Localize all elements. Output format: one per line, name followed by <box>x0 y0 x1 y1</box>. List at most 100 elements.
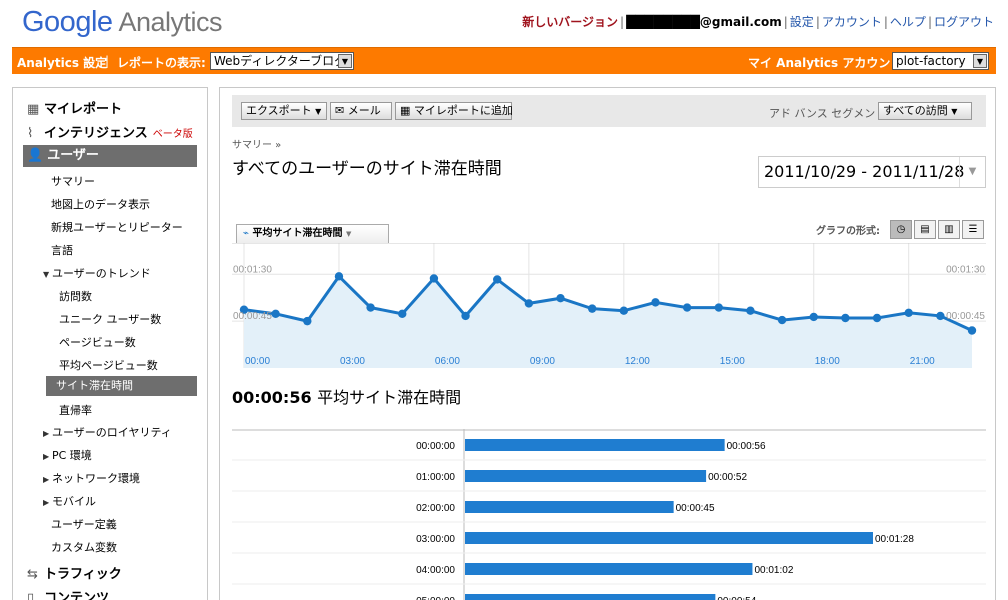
sidebar-item-time-on-site[interactable]: サイト滞在時間 <box>46 376 197 396</box>
sidebar-users-label: ユーザー <box>47 148 99 163</box>
sidebar-item-user-defined[interactable]: ユーザー定義 <box>51 516 117 532</box>
y-tick-label-right: 00:00:45 <box>946 311 985 322</box>
google-analytics-logo[interactable]: Google Analytics <box>22 6 223 39</box>
analytics-settings-link[interactable]: Analytics 設定 <box>17 54 107 71</box>
new-version-link[interactable]: 新しいバージョン <box>522 15 618 29</box>
sidebar-item-new-returning[interactable]: 新規ユーザーとリピーター <box>51 219 183 235</box>
bar <box>465 501 674 513</box>
logout-link[interactable]: ログアウト <box>934 15 994 29</box>
chart-point <box>777 315 787 325</box>
account-select-value: plot-factory <box>896 54 966 68</box>
sidebar-item-unique-users[interactable]: ユニーク ユーザー数 <box>59 311 161 327</box>
bar <box>465 563 753 575</box>
chart-point <box>556 294 565 303</box>
summary-value: 00:00:56 <box>232 388 312 407</box>
sidebar-item-language[interactable]: 言語 <box>51 242 73 258</box>
sidebar-content-label: コンテンツ <box>44 591 110 600</box>
sidebar-item-mobile[interactable]: ▶ モバイル <box>43 493 96 509</box>
account-select[interactable]: plot-factory ▼ <box>892 52 989 70</box>
grid-icon: ▦ <box>27 102 40 117</box>
bar-category-label: 03:00:00 <box>416 534 455 545</box>
sidebar-item-map[interactable]: 地図上のデータ表示 <box>51 196 150 212</box>
my-account-label: マイ Analytics アカウント: <box>748 56 908 70</box>
sidebar: ▦ マイレポート ⌇ インテリジェンス ベータ版 👤 ユーザー サマリー 地図上のデータ… <box>12 87 208 600</box>
document-icon: ▯ <box>27 591 35 600</box>
summary-heading: 00:00:56 平均サイト滞在時間 <box>232 384 461 408</box>
settings-link[interactable]: 設定 <box>790 15 814 29</box>
chart-point <box>872 313 882 323</box>
sidebar-item-network[interactable]: ▶ ネットワーク環境 <box>43 470 140 486</box>
triangle-down-icon: ▼ <box>43 270 50 279</box>
chart-point <box>746 306 755 315</box>
triangle-right-icon: ▶ <box>43 429 50 438</box>
add-myreport-button[interactable]: ▦ マイレポートに追加 <box>395 102 513 120</box>
sidebar-item-user-trends[interactable]: ▼ ユーザーのトレンド <box>43 265 151 281</box>
graph-format-clock-button[interactable]: ◷ <box>890 220 912 239</box>
date-range-value: 2011/10/29 - 2011/11/28 <box>764 162 965 181</box>
bar <box>465 594 716 600</box>
export-button[interactable]: エクスポート ▼ <box>241 102 327 120</box>
chart-point <box>809 312 818 322</box>
chart-point <box>587 304 597 313</box>
sidebar-item-custom-vars[interactable]: カスタム変数 <box>51 539 117 555</box>
sidebar-users[interactable]: 👤 ユーザー <box>23 145 197 167</box>
chart-point <box>651 298 660 307</box>
chart-point <box>904 308 913 317</box>
chart-point <box>334 272 344 281</box>
bar-value-label: 00:00:52 <box>708 472 747 483</box>
report-main: エクスポート ▼ ✉ メール ▦ マイレポートに追加 アド バンス セグメント:… <box>219 87 996 600</box>
sidebar-traffic[interactable]: ⇆ トラフィック <box>27 563 122 582</box>
top-header: Google Analytics 新しいバージョン | ████████@gmail.… <box>0 0 1008 46</box>
sidebar-intelligence[interactable]: ⌇ インテリジェンス ベータ版 <box>27 122 193 141</box>
graph-metric-label: 平均サイト滞在時間 <box>252 228 343 239</box>
grid-icon: ▦ <box>400 104 411 117</box>
graph-format-list-button[interactable]: ☰ <box>962 220 984 239</box>
sidebar-item-mobile-label: モバイル <box>52 495 96 508</box>
bar-category-label: 02:00:00 <box>416 503 455 514</box>
sidebar-item-avg-pageviews[interactable]: 平均ページビュー数 <box>59 357 158 373</box>
account-link[interactable]: アカウント <box>822 15 882 29</box>
chart-point <box>967 326 977 335</box>
chevron-down-icon: ▼ <box>346 230 352 238</box>
graph-metric-tab[interactable]: ⌁ 平均サイト滞在時間 ▼ <box>236 224 389 243</box>
breadcrumb[interactable]: サマリー » <box>232 136 281 151</box>
sidebar-my-report-label: マイレポート <box>44 102 123 117</box>
x-tick-label: 00:00 <box>245 356 270 367</box>
triangle-right-icon: ▶ <box>43 498 50 507</box>
sidebar-item-bounce-rate[interactable]: 直帰率 <box>59 402 92 418</box>
bar-category-label: 05:00:00 <box>416 596 455 600</box>
chevron-down-icon: ▼ <box>315 107 322 116</box>
y-tick-label-right: 00:01:30 <box>946 264 985 275</box>
x-tick-label: 12:00 <box>625 356 650 367</box>
report-toolbar: エクスポート ▼ ✉ メール ▦ マイレポートに追加 アド バンス セグメント:… <box>232 95 986 127</box>
bar-value-label: 00:01:02 <box>754 565 793 576</box>
y-tick-label-left: 00:01:30 <box>233 264 272 275</box>
help-link[interactable]: ヘルプ <box>890 15 926 29</box>
sidebar-item-network-label: ネットワーク環境 <box>52 472 140 485</box>
top-links: 新しいバージョン | ████████@gmail.com | 設定 | アカウント | ヘルプ… <box>522 15 994 29</box>
sidebar-item-pc-env[interactable]: ▶ PC 環境 <box>43 447 92 463</box>
sidebar-item-visits[interactable]: 訪問数 <box>59 288 92 304</box>
bar-value-label: 00:01:28 <box>875 534 914 545</box>
sidebar-content[interactable]: ▯ コンテンツ <box>27 587 109 600</box>
sidebar-my-report[interactable]: ▦ マイレポート <box>27 98 122 117</box>
graph-format-compare-button[interactable]: ▥ <box>938 220 960 239</box>
sidebar-item-loyalty[interactable]: ▶ ユーザーのロイヤリティ <box>43 424 172 440</box>
x-tick-label: 03:00 <box>340 356 365 367</box>
segment-select[interactable]: すべての訪問 ▼ <box>878 102 972 120</box>
hourly-bar-chart: 00:00:00 00:00:56 01:00:00 00:00:52 02:00:00… <box>232 429 986 600</box>
bar-category-label: 01:00:00 <box>416 472 455 483</box>
add-myreport-label: マイレポートに追加 <box>413 104 513 117</box>
sidebar-item-pageviews[interactable]: ページビュー数 <box>59 334 136 350</box>
sidebar-item-summary[interactable]: サマリー <box>51 173 95 189</box>
date-range-picker[interactable]: 2011/10/29 - 2011/11/28 ▼ <box>758 156 986 188</box>
chart-point <box>493 275 502 284</box>
graph-format-table-button[interactable]: ▤ <box>914 220 936 239</box>
time-on-site-line-chart: 00:01:30 00:01:30 00:00:45 00:00:45 00:00 03:… <box>232 243 986 368</box>
mail-button[interactable]: ✉ メール <box>330 102 392 120</box>
chart-point <box>303 316 312 326</box>
chart-point <box>841 313 850 323</box>
report-select-value: Webディレクターブログ <box>214 54 347 68</box>
sidebar-traffic-label: トラフィック <box>44 567 122 582</box>
report-select[interactable]: Webディレクターブログ ▼ <box>210 52 354 70</box>
